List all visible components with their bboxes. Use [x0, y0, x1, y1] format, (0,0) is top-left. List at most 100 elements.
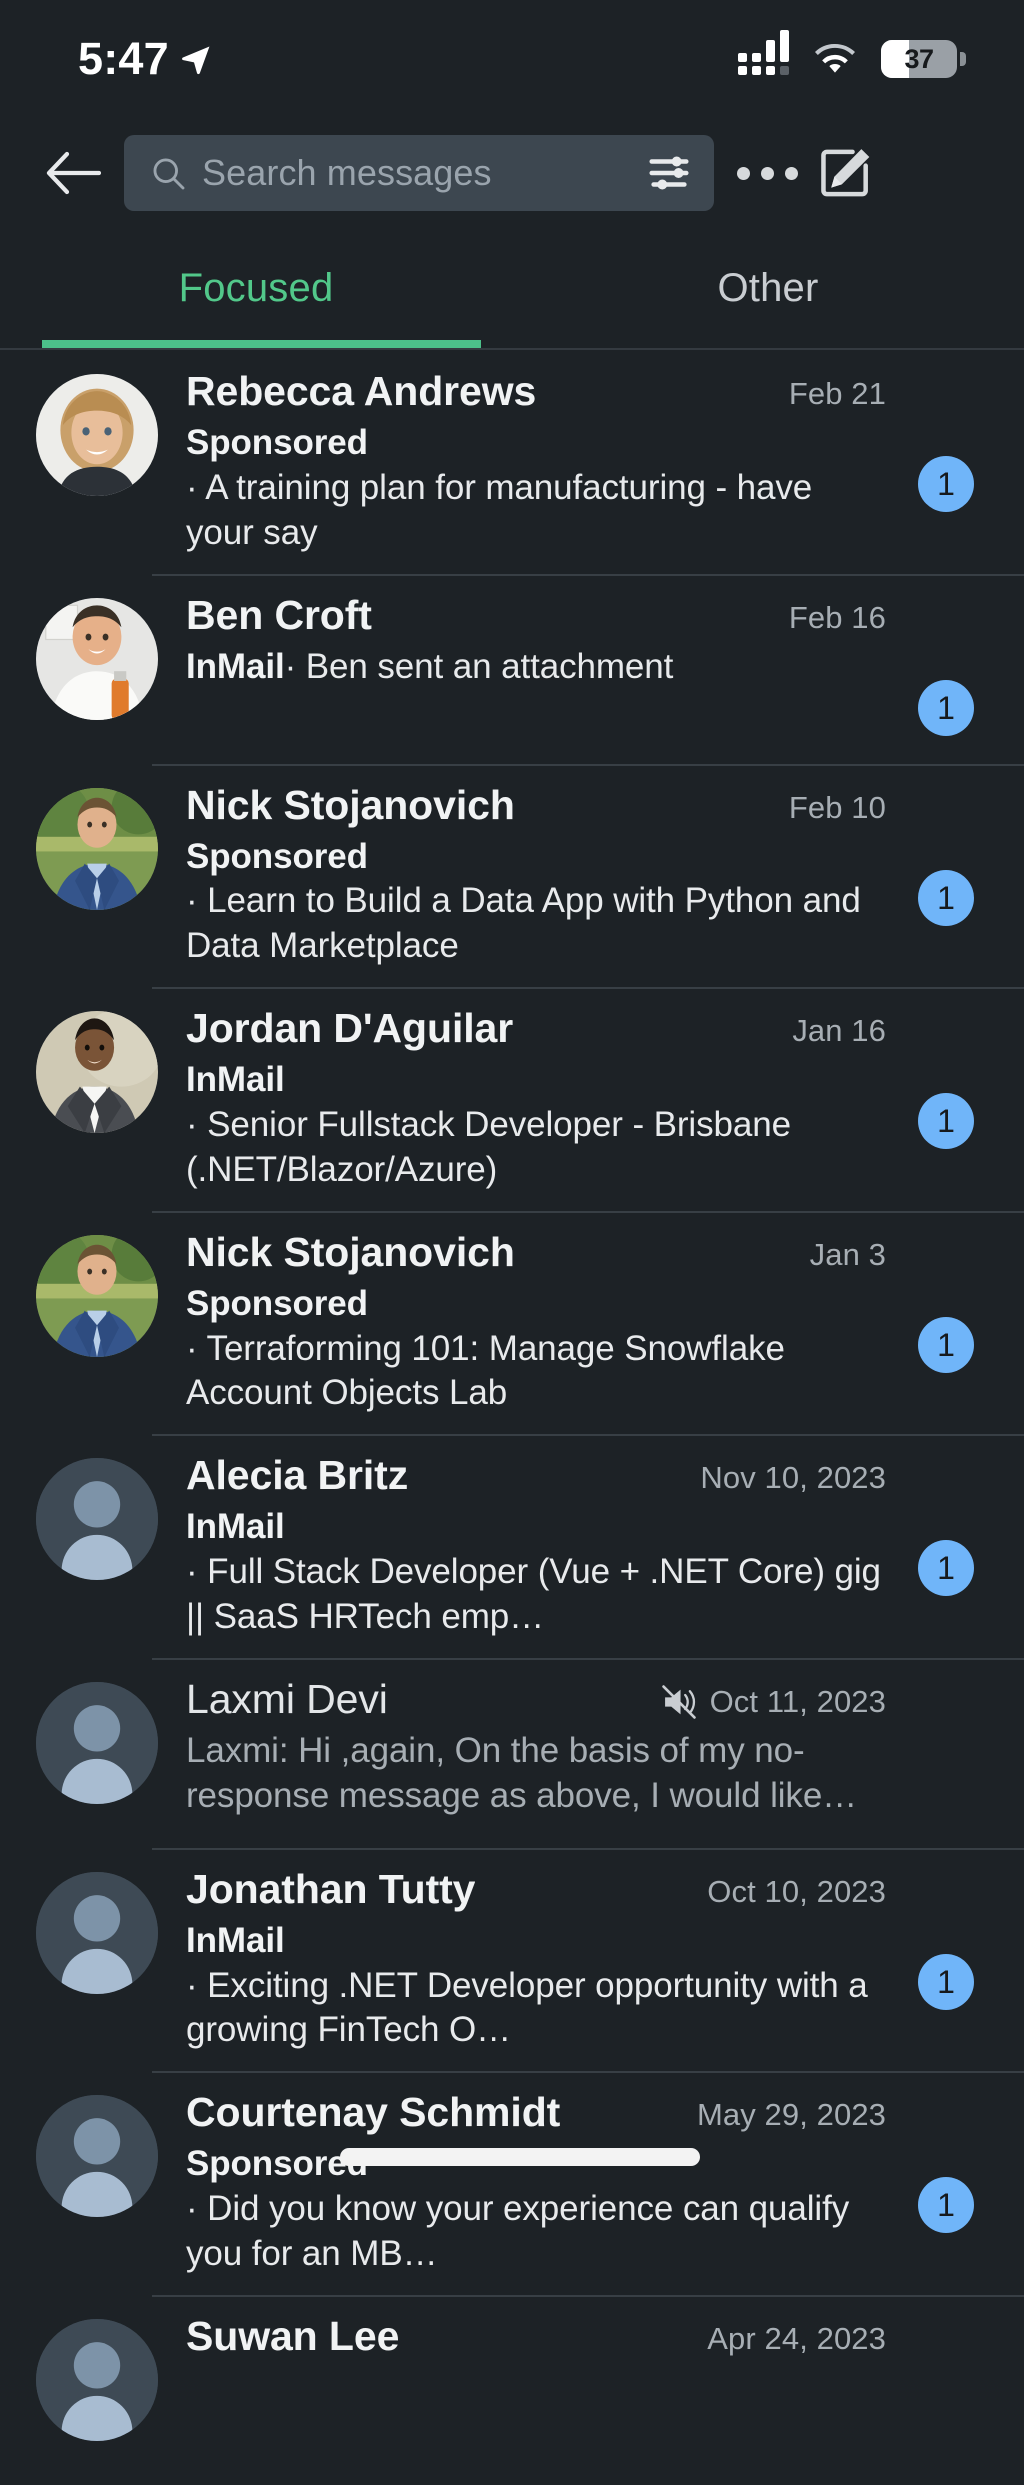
conversation-date: Oct 10, 2023 — [707, 1873, 886, 1909]
conversation-preview-text: Laxmi: Hi ,again, On the basis of my no-… — [186, 1730, 858, 1815]
compose-message-button[interactable] — [806, 134, 884, 212]
conversation-meta: Feb 16 — [789, 592, 886, 636]
back-button[interactable] — [34, 134, 112, 212]
conversation-row[interactable]: Rebecca Andrews Feb 21 Sponsored · A train… — [0, 350, 1024, 574]
tab-other[interactable]: Other — [512, 228, 1024, 348]
conversation-date: May 29, 2023 — [696, 2097, 886, 2133]
conversation-row[interactable]: Jordan D'Aguilar Jan 16 InMail · Senior Fu… — [0, 987, 1024, 1211]
badge-column: 1 — [898, 1005, 994, 1193]
search-bar[interactable]: Search messages — [124, 135, 714, 211]
conversation-header-line: Jonathan Tutty Oct 10, 2023 — [186, 1866, 886, 1913]
conversation-name: Jonathan Tutty — [186, 1865, 476, 1912]
conversation-meta: May 29, 2023 — [697, 2089, 886, 2133]
status-bar-right: 37 — [738, 30, 966, 78]
conversation-preview-tag: Sponsored — [186, 423, 368, 463]
wifi-icon — [815, 44, 855, 73]
avatar[interactable] — [36, 597, 158, 720]
conversation-body: Nick Stojanovich Feb 10 Sponsored · Learn … — [158, 782, 898, 970]
conversation-header-line: Courtenay Schmidt May 29, 2023 — [186, 2089, 886, 2136]
conversation-preview-text: · Exciting .NET Developer opportunity wi… — [186, 1965, 868, 2050]
avatar[interactable] — [36, 374, 158, 496]
badge-column: 1 — [898, 1229, 994, 1417]
avatar-placeholder[interactable] — [36, 1458, 158, 1581]
tab-focused[interactable]: Focused — [0, 228, 512, 348]
conversation-header-line: Rebecca Andrews Feb 21 — [186, 368, 886, 415]
conversation-preview: InMail · Ben sent an attachment — [186, 645, 886, 690]
conversation-name: Jordan D'Aguilar — [186, 1005, 514, 1052]
conversation-preview-text: · Senior Fullstack Developer - Brisbane … — [186, 1105, 791, 1189]
conversation-name: Nick Stojanovich — [186, 781, 515, 828]
avatar[interactable] — [36, 1011, 158, 1134]
conversation-row[interactable]: Alecia Britz Nov 10, 2023 InMail · Full St… — [0, 1434, 1024, 1658]
avatar[interactable] — [36, 1234, 158, 1357]
conversation-row[interactable]: Laxmi Devi Oct 11, 2023 Laxmi: Hi ,again,… — [0, 1657, 1024, 1848]
battery-indicator: 37 — [881, 40, 966, 78]
avatar-placeholder[interactable] — [36, 2095, 158, 2218]
conversation-row[interactable]: Jonathan Tutty Oct 10, 2023 InMail · Excit… — [0, 1847, 1024, 2072]
conversation-name: Rebecca Andrews — [186, 368, 537, 414]
badge-column: 1 — [898, 782, 994, 970]
avatar-placeholder[interactable] — [36, 1681, 158, 1804]
more-options-button[interactable] — [728, 134, 806, 212]
compose-message-icon — [821, 149, 870, 197]
conversation-row[interactable]: Nick Stojanovich Feb 10 Sponsored · Learn … — [0, 763, 1024, 988]
badge-column: 1 — [898, 592, 994, 746]
conversation-header-line: Suwan Lee Apr 24, 2023 — [186, 2313, 886, 2360]
search-input[interactable]: Search messages — [202, 152, 630, 194]
conversation-body: Laxmi Devi Oct 11, 2023 Laxmi: Hi ,again,… — [158, 1676, 898, 1830]
avatar-placeholder[interactable] — [36, 2318, 158, 2441]
conversation-meta: Nov 10, 2023 — [700, 1452, 886, 1496]
unread-count-badge: 1 — [918, 1540, 974, 1597]
mute-icon — [661, 1684, 696, 1719]
avatar[interactable] — [36, 787, 158, 910]
conversation-name: Alecia Britz — [186, 1452, 409, 1499]
avatar-placeholder[interactable] — [36, 1871, 158, 1994]
message-tabs: Focused Other — [0, 228, 1024, 348]
unread-count-badge: 1 — [918, 1093, 974, 1150]
search-icon — [153, 158, 185, 190]
back-arrow-icon — [46, 151, 101, 195]
home-indicator — [340, 2148, 700, 2166]
location-arrow-icon — [181, 46, 210, 75]
conversation-body: Nick Stojanovich Jan 3 Sponsored · Terrafo… — [158, 1229, 898, 1417]
conversation-preview-tag: Sponsored — [186, 2144, 368, 2184]
badge-column — [898, 1676, 994, 1830]
unread-count-badge: 1 — [918, 869, 974, 926]
conversation-meta: Oct 11, 2023 — [660, 1676, 886, 1720]
unread-count-badge: 1 — [918, 1953, 974, 2010]
conversation-header-line: Ben Croft Feb 16 — [186, 592, 886, 639]
conversation-preview: InMail · Senior Fullstack Developer - Br… — [186, 1058, 886, 1192]
filter-sliders-icon[interactable] — [646, 150, 692, 196]
conversation-header-line: Jordan D'Aguilar Jan 16 — [186, 1005, 886, 1052]
conversation-preview: InMail · Full Stack Developer (Vue + .NE… — [186, 1505, 886, 1639]
conversation-name: Courtenay Schmidt — [186, 2089, 561, 2136]
conversation-header-line: Nick Stojanovich Feb 10 — [186, 782, 886, 829]
conversation-preview-text: · Did you know your experience can quali… — [186, 2189, 850, 2273]
conversation-date: Nov 10, 2023 — [700, 1460, 886, 1496]
badge-column: 1 — [898, 368, 994, 556]
conversation-row[interactable]: Ben Croft Feb 16 InMail · Ben sent an atta… — [0, 573, 1024, 764]
conversation-header-line: Laxmi Devi Oct 11, 2023 — [186, 1676, 886, 1723]
conversation-name: Suwan Lee — [186, 2312, 400, 2359]
conversation-preview-text: · A training plan for manufacturing - ha… — [186, 467, 813, 552]
conversation-row[interactable]: Suwan Lee Apr 24, 2023 — [0, 2294, 1024, 2485]
conversation-preview-tag: InMail — [186, 1920, 285, 1960]
badge-column: 1 — [898, 1866, 994, 2054]
conversation-row[interactable]: Nick Stojanovich Jan 3 Sponsored · Terrafo… — [0, 1210, 1024, 1435]
conversation-name: Laxmi Devi — [186, 1675, 388, 1722]
cellular-signal-icon — [738, 30, 789, 75]
conversation-row[interactable]: Courtenay Schmidt May 29, 2023 Sponsored ·… — [0, 2071, 1024, 2295]
conversation-preview: Sponsored · A training plan for manufact… — [186, 421, 886, 555]
conversation-name: Ben Croft — [186, 591, 372, 638]
status-bar: 5:47 37 — [0, 0, 1024, 118]
conversation-preview-tag: InMail — [186, 1507, 285, 1547]
more-options-icon — [736, 166, 798, 180]
conversation-preview: Sponsored · Learn to Build a Data App wi… — [186, 835, 886, 969]
conversation-body: Courtenay Schmidt May 29, 2023 Sponsored ·… — [158, 2089, 898, 2277]
badge-column: 1 — [898, 1452, 994, 1640]
badge-column — [898, 2313, 994, 2467]
conversation-date: Jan 3 — [809, 1236, 886, 1272]
conversation-meta: Oct 10, 2023 — [707, 1866, 886, 1910]
conversation-meta: Feb 10 — [789, 782, 886, 826]
unread-count-badge: 1 — [918, 2177, 974, 2234]
